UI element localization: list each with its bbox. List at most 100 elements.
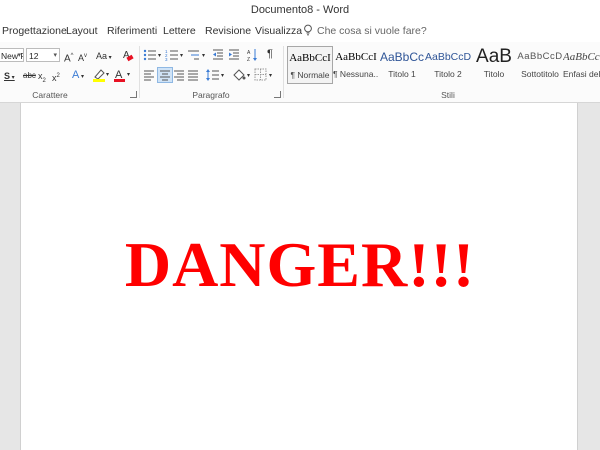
grow-font-button[interactable]: A^ [64, 49, 74, 66]
increase-indent-button[interactable] [228, 48, 240, 62]
show-formatting-button[interactable]: ¶ [267, 47, 273, 61]
svg-text:▾: ▾ [106, 72, 109, 78]
align-right-icon [174, 70, 184, 81]
svg-text:▾: ▾ [202, 53, 205, 59]
strikethrough-label: abc [23, 71, 36, 80]
bullet-list-icon: ▾ [143, 49, 161, 61]
line-spacing-button[interactable]: ▾ [206, 68, 226, 82]
svg-text:A: A [247, 50, 251, 56]
font-name-combo[interactable]: New F ▾ [0, 48, 24, 62]
style-sample: AaBbCc [379, 50, 425, 64]
highlight-button[interactable]: ▾ [92, 67, 110, 83]
svg-text:▾: ▾ [127, 72, 130, 78]
font-size-combo[interactable]: 12 ▾ [26, 48, 60, 62]
sort-button[interactable]: AZ [247, 48, 259, 62]
style-titolo-2[interactable]: AaBbCcD Titolo 2 [425, 46, 471, 84]
style-name: Titolo 1 [388, 69, 416, 79]
document-text[interactable]: DANGER!!! [0, 227, 600, 303]
title-bar: Documento8 - Word [0, 0, 600, 20]
font-color-icon: A ▾ [114, 69, 130, 82]
lightbulb-icon [304, 24, 312, 36]
align-center-icon [160, 70, 170, 81]
style-enfasi-delicata[interactable]: AaBbCc Enfasi deli [563, 46, 600, 84]
group-label-stili: Stili [441, 90, 455, 100]
align-left-icon [144, 70, 154, 81]
tab-revisione[interactable]: Revisione [205, 20, 251, 42]
svg-text:▾: ▾ [269, 73, 272, 79]
decrease-indent-icon [213, 49, 223, 60]
svg-text:Z: Z [247, 57, 250, 62]
justify-icon [188, 70, 198, 81]
svg-text:▾: ▾ [180, 53, 183, 59]
ribbon-tabs: Progettazione Layout Riferimenti Lettere… [0, 20, 600, 42]
numbering-button[interactable]: 1 2 3 ▾ [165, 48, 185, 62]
style-name: ¶ Normale [290, 70, 330, 80]
style-sample: AaBbCcI [335, 51, 377, 63]
shading-button[interactable]: ▾ [232, 68, 252, 82]
pilcrow-icon: ¶ [267, 48, 273, 60]
style-nessuna-spaziatura[interactable]: AaBbCcI ¶ Nessuna... [333, 46, 379, 84]
text-effects-button[interactable]: A ▾ [72, 68, 84, 84]
style-sample: AaBbCcI [289, 52, 331, 64]
style-sample: AaB [476, 46, 512, 67]
highlighter-icon: ▾ [93, 69, 109, 82]
svg-text:▾: ▾ [247, 73, 250, 79]
align-right-button[interactable] [173, 69, 185, 81]
style-name: Titolo 2 [434, 69, 462, 79]
font-color-button[interactable]: A ▾ [113, 67, 133, 83]
svg-text:3: 3 [165, 57, 168, 62]
numbered-list-icon: 1 2 3 ▾ [165, 49, 183, 62]
tab-progettazione[interactable]: Progettazione [2, 20, 67, 42]
subscript-button[interactable]: x2 [38, 69, 46, 88]
group-label-paragrafo: Paragrafo [192, 90, 230, 100]
style-sample: AaBbCcD [517, 51, 563, 62]
group-separator [283, 46, 284, 98]
superscript-button[interactable]: x2 [52, 69, 60, 85]
underline-button[interactable]: S ▾ [4, 69, 15, 85]
font-size-value: 12 [29, 51, 39, 61]
justify-button[interactable] [187, 69, 199, 81]
grow-font-label: A [64, 53, 71, 65]
decrease-indent-button[interactable] [212, 48, 224, 62]
chevron-down-icon: ▾ [53, 52, 57, 59]
tell-me-placeholder: Che cosa si vuole fare? [317, 25, 427, 37]
style-name: Titolo [483, 69, 505, 79]
shrink-font-button[interactable]: Av [78, 49, 87, 65]
font-dialog-launcher-icon[interactable] [130, 91, 137, 98]
align-center-button[interactable] [157, 67, 173, 83]
bullets-button[interactable]: ▾ [143, 48, 163, 62]
paragraph-dialog-launcher-icon[interactable] [274, 91, 281, 98]
style-sample: AaBbCcD [425, 51, 471, 63]
multilevel-list-button[interactable]: ▾ [187, 48, 207, 62]
tab-riferimenti[interactable]: Riferimenti [107, 20, 157, 42]
svg-text:▾: ▾ [221, 73, 224, 79]
style-name: Sottotitolo [521, 69, 559, 79]
clear-formatting-button[interactable]: A [122, 48, 134, 62]
change-case-button[interactable]: Aa ▾ [96, 49, 112, 65]
group-separator [139, 46, 140, 98]
change-case-label: Aa [96, 51, 108, 61]
tell-me-box[interactable]: Che cosa si vuole fare? [303, 20, 427, 42]
style-name: ¶ Nessuna... [333, 69, 379, 79]
increase-indent-icon [229, 49, 239, 60]
style-titolo-1[interactable]: AaBbCc Titolo 1 [379, 46, 425, 84]
strikethrough-button[interactable]: abc [23, 69, 36, 83]
svg-text:▾: ▾ [158, 53, 161, 59]
paint-bucket-icon: ▾ [233, 69, 250, 81]
style-normale[interactable]: AaBbCcI ¶ Normale [287, 46, 333, 84]
style-sottotitolo[interactable]: AaBbCcD Sottotitolo [517, 46, 563, 84]
tab-layout[interactable]: Layout [66, 20, 98, 42]
clear-formatting-icon: A [123, 50, 134, 62]
align-left-button[interactable] [143, 69, 155, 81]
group-label-carattere: Carattere [32, 90, 68, 100]
style-name: Enfasi deli [563, 69, 600, 79]
line-spacing-icon: ▾ [206, 69, 224, 81]
style-titolo[interactable]: AaB Titolo [471, 46, 517, 84]
multilevel-list-icon: ▾ [188, 50, 205, 60]
tab-lettere[interactable]: Lettere [163, 20, 196, 42]
borders-button[interactable]: ▾ [254, 68, 274, 82]
chevron-down-icon: ▾ [17, 52, 21, 59]
tab-visualizza[interactable]: Visualizza [255, 20, 302, 42]
sort-icon: AZ [247, 49, 257, 62]
style-sample: AaBbCc [563, 51, 600, 63]
